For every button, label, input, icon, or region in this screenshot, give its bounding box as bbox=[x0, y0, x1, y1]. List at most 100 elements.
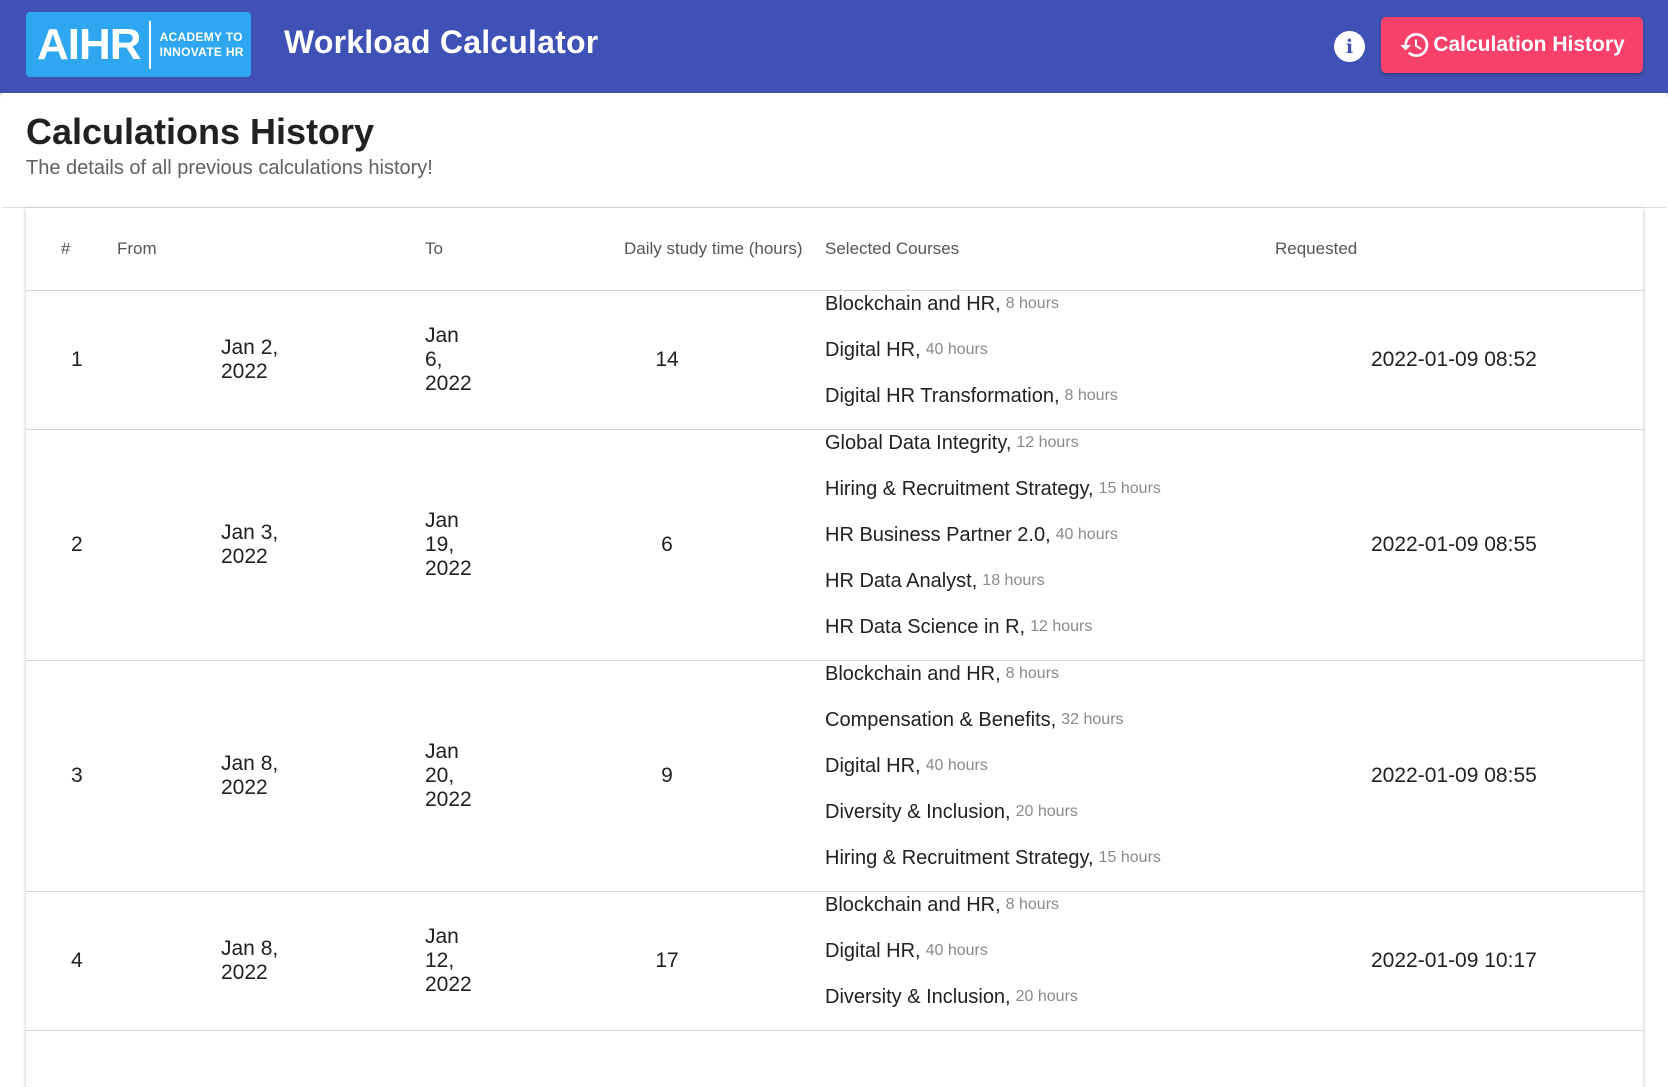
table-header-row: # From To Daily study time (hours) Selec… bbox=[26, 208, 1643, 291]
cell-selected-courses: Blockchain and HR, 8 hours Digital HR, 40 … bbox=[825, 290, 1275, 430]
calculation-history-button[interactable]: Calculation History bbox=[1381, 17, 1643, 73]
requested-timestamp: 2022-01-09 08:52 bbox=[1371, 347, 1537, 371]
cell-number: 2 bbox=[26, 429, 121, 661]
course-item: Digital HR, 40 hours bbox=[825, 335, 1275, 381]
cell-to: Jan 20, 2022 bbox=[324, 660, 479, 892]
course-name: Hiring & Recruitment Strategy, bbox=[825, 477, 1094, 500]
cell-requested: 2022-01-09 08:55 bbox=[1275, 660, 1643, 892]
course-item: HR Data Analyst, 18 hours bbox=[825, 566, 1275, 612]
cell-from: Jan 3, 2022 bbox=[121, 429, 324, 661]
course-name: Blockchain and HR, bbox=[825, 662, 1001, 685]
app-root: AIHR ACADEMY TO INNOVATE HR Workload Cal… bbox=[0, 0, 1668, 1087]
cell-requested: 2022-01-09 10:17 bbox=[1275, 891, 1643, 1031]
course-hours: 12 hours bbox=[1016, 433, 1079, 451]
column-header-selected-courses[interactable]: Selected Courses bbox=[825, 208, 1275, 291]
logo-tagline-line1: ACADEMY TO bbox=[159, 29, 243, 44]
course-item: Digital HR Transformation, 8 hours bbox=[825, 381, 1275, 427]
aihr-logo[interactable]: AIHR ACADEMY TO INNOVATE HR bbox=[26, 12, 251, 77]
course-hours: 20 hours bbox=[1015, 802, 1078, 820]
course-name: Global Data Integrity, bbox=[825, 431, 1012, 454]
calculation-history-label: Calculation History bbox=[1433, 33, 1625, 56]
cell-number bbox=[26, 1030, 121, 1087]
table-row[interactable]: 4 Jan 8, 2022 Jan 12, 2022 17 Blockchain… bbox=[26, 891, 1643, 1031]
cell-selected-courses: Blockchain and HR, 8 hours Digital HR, 40 … bbox=[825, 891, 1275, 1031]
course-hours: 40 hours bbox=[925, 941, 988, 959]
table-header: # From To Daily study time (hours) Selec… bbox=[26, 208, 1643, 291]
course-item: HR Data Science in R, 12 hours bbox=[825, 612, 1275, 658]
cell-to: Jan 6, 2022 bbox=[324, 290, 479, 430]
column-header-number[interactable]: # bbox=[26, 208, 121, 291]
logo-divider bbox=[148, 20, 151, 69]
course-item: Digital HR, 40 hours bbox=[825, 751, 1275, 797]
logo-tagline: ACADEMY TO INNOVATE HR bbox=[160, 30, 244, 60]
course-hours: 40 hours bbox=[1055, 525, 1118, 543]
course-hours: 15 hours bbox=[1098, 848, 1161, 866]
cell-number: 3 bbox=[26, 660, 121, 892]
course-name: Blockchain and HR, bbox=[825, 893, 1001, 916]
page-header: Calculations History The details of all … bbox=[2, 93, 1666, 208]
course-name: Digital HR, bbox=[825, 939, 921, 962]
course-hours: 15 hours bbox=[1098, 479, 1161, 497]
table-body: 1 Jan 2, 2022 Jan 6, 2022 14 Blockchain … bbox=[26, 290, 1643, 1087]
cell-from: Jan 8, 2022 bbox=[121, 660, 324, 892]
cell-daily-study-time: 17 bbox=[479, 891, 825, 1031]
cell-from: Jan 2, 2022 bbox=[121, 290, 324, 430]
course-item: Compensation & Benefits, 32 hours bbox=[825, 705, 1275, 751]
table-row[interactable]: 1 Jan 2, 2022 Jan 6, 2022 14 Blockchain … bbox=[26, 290, 1643, 430]
cell-selected-courses: Blockchain and HR, 8 hours Compensation &… bbox=[825, 659, 1275, 892]
course-name: Diversity & Inclusion, bbox=[825, 985, 1011, 1008]
cell-daily-study-time: 6 bbox=[479, 429, 825, 661]
history-icon bbox=[1400, 33, 1429, 58]
info-icon[interactable]: i bbox=[1334, 31, 1365, 62]
history-table-card: # From To Daily study time (hours) Selec… bbox=[26, 208, 1643, 1087]
page-subtitle: The details of all previous calculations… bbox=[26, 157, 433, 179]
course-hours: 8 hours bbox=[1064, 386, 1118, 404]
course-item: Blockchain and HR, 8 hours bbox=[825, 659, 1275, 705]
course-item: Global Data Integrity, 12 hours bbox=[825, 428, 1275, 474]
cell-requested: 2022-01-09 08:52 bbox=[1275, 290, 1643, 430]
history-table: # From To Daily study time (hours) Selec… bbox=[26, 208, 1643, 1087]
column-header-from-label: From bbox=[117, 238, 157, 258]
cell-daily-study-time: 14 bbox=[479, 290, 825, 430]
cell-to: Jan 19, 2022 bbox=[324, 429, 479, 661]
course-hours: 8 hours bbox=[1005, 664, 1060, 682]
cell-number: 4 bbox=[26, 891, 121, 1031]
course-name: HR Business Partner 2.0, bbox=[825, 523, 1051, 546]
course-item: Digital HR, 40 hours bbox=[825, 936, 1275, 982]
course-hours: 32 hours bbox=[1061, 710, 1124, 728]
course-name: Digital HR, bbox=[825, 338, 921, 361]
course-name: Digital HR Transformation, bbox=[825, 384, 1060, 407]
page-title: Calculations History bbox=[26, 111, 375, 152]
cell-from bbox=[121, 1030, 324, 1087]
cell-requested bbox=[1275, 1030, 1643, 1087]
column-header-requested[interactable]: Requested bbox=[1275, 208, 1643, 291]
course-hours: 8 hours bbox=[1005, 294, 1060, 312]
course-item: Hiring & Recruitment Strategy, 15 hours bbox=[825, 474, 1275, 520]
course-name: Diversity & Inclusion, bbox=[825, 800, 1011, 823]
logo-wordmark: AIHR bbox=[37, 19, 142, 69]
cell-number: 1 bbox=[26, 290, 121, 430]
cell-from: Jan 8, 2022 bbox=[121, 891, 324, 1031]
cell-daily-study-time bbox=[479, 1030, 825, 1087]
cell-requested: 2022-01-09 08:55 bbox=[1275, 429, 1643, 661]
course-hours: 18 hours bbox=[982, 571, 1045, 589]
course-name: HR Data Analyst, bbox=[825, 569, 978, 592]
cell-to: Jan 12, 2022 bbox=[324, 891, 479, 1031]
app-title: Workload Calculator bbox=[284, 24, 599, 60]
course-item: Hiring & Recruitment Strategy, 15 hours bbox=[825, 843, 1275, 889]
table-row[interactable]: 3 Jan 8, 2022 Jan 20, 2022 9 Blockchain … bbox=[26, 659, 1643, 892]
table-row[interactable] bbox=[26, 1030, 1643, 1087]
course-hours: 40 hours bbox=[925, 340, 988, 358]
course-item: Diversity & Inclusion, 20 hours bbox=[825, 982, 1275, 1028]
course-item: Diversity & Inclusion, 20 hours bbox=[825, 797, 1275, 843]
requested-timestamp: 2022-01-09 08:55 bbox=[1371, 763, 1537, 787]
table-row[interactable]: 2 Jan 3, 2022 Jan 19, 2022 6 Global Data… bbox=[26, 428, 1643, 661]
course-name: HR Data Science in R, bbox=[825, 615, 1026, 638]
course-name: Hiring & Recruitment Strategy, bbox=[825, 846, 1094, 869]
cell-selected-courses bbox=[825, 1030, 1275, 1087]
column-header-to[interactable]: To bbox=[324, 208, 479, 291]
requested-timestamp: 2022-01-09 08:55 bbox=[1371, 532, 1537, 556]
course-hours: 20 hours bbox=[1015, 987, 1078, 1005]
column-header-from[interactable]: From bbox=[117, 208, 324, 291]
column-header-daily-study-time[interactable]: Daily study time (hours) bbox=[479, 208, 825, 291]
